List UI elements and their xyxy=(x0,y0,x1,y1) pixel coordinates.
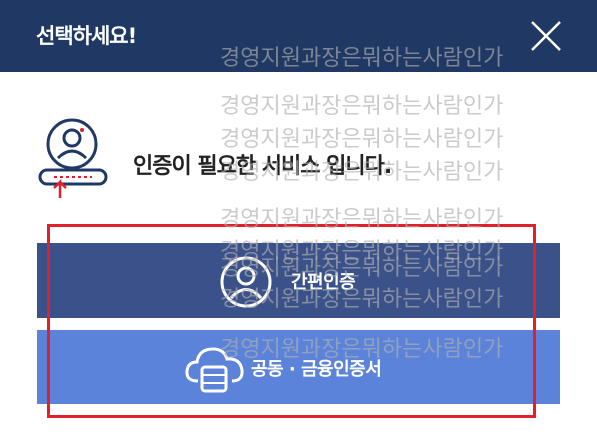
user-login-icon xyxy=(38,114,108,198)
watermark: 경영지원과장은뭐하는사람인가 경영지원과장은뭐하는사람인가 경영지원과장은뭐하는… xyxy=(220,38,597,368)
watermark-line: 경영지원과장은뭐하는사람인가 xyxy=(220,94,504,119)
user-circle-icon xyxy=(220,256,272,308)
intro-message: 인증이 필요한 서비스 입니다. xyxy=(133,154,392,179)
dialog-header: 선택하세요! xyxy=(0,0,597,72)
simple-auth-label: 간편인증 xyxy=(291,272,356,293)
close-button[interactable] xyxy=(526,16,566,56)
certificate-auth-label: 공동 · 금융인증서 xyxy=(251,359,382,380)
simple-auth-button[interactable]: 간편인증 xyxy=(37,243,560,318)
close-icon xyxy=(531,21,561,51)
certificate-auth-button[interactable]: 공동 · 금융인증서 xyxy=(37,330,560,404)
watermark-line: 경영지원과장은뭐하는사람인가 xyxy=(220,207,504,232)
cloud-server-icon xyxy=(185,347,244,393)
dialog-title: 선택하세요! xyxy=(36,24,137,48)
